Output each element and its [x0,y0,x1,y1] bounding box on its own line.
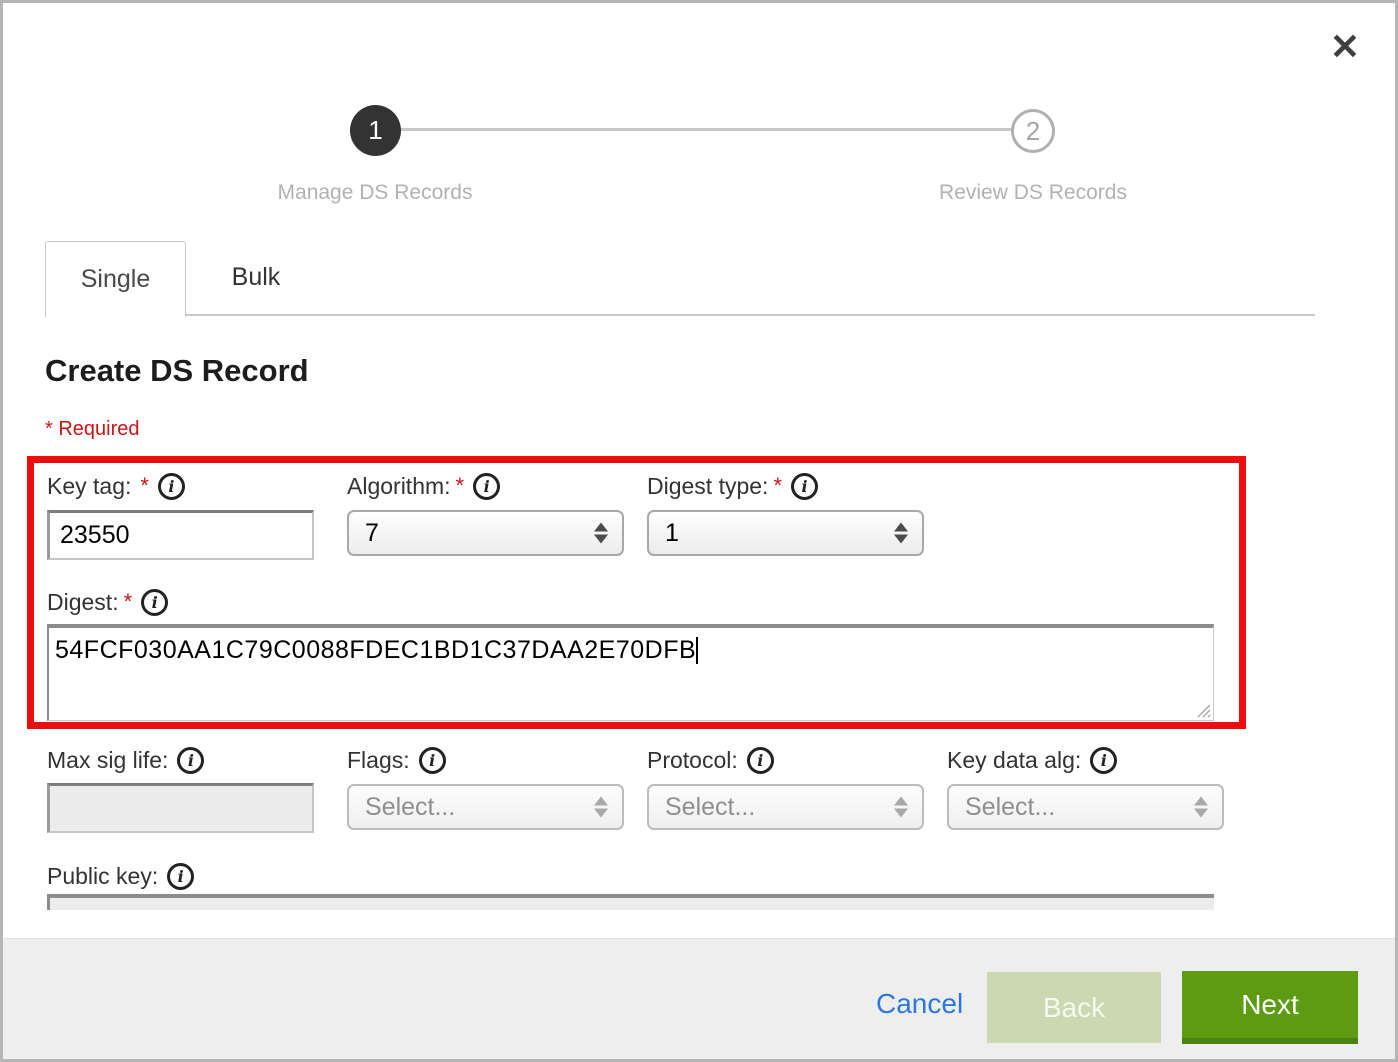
required-note: * Required [45,418,140,441]
required-asterisk: * [124,589,133,615]
select-arrows-icon [1194,797,1208,818]
select-arrows-icon [594,797,608,818]
key-tag-label-text: Key tag: [47,473,131,500]
flags-select[interactable]: Select... [347,784,624,830]
info-icon[interactable]: i [1090,747,1117,774]
step-2-label: Review DS Records [873,181,1193,205]
algorithm-label: Algorithm: * i [347,471,500,501]
stepper-connector [399,128,1011,131]
tab-bottom-rule [45,314,1315,316]
max-sig-life-input[interactable] [47,783,314,833]
back-button[interactable]: Back [987,972,1161,1043]
required-asterisk: * [456,473,465,499]
digest-type-select-value: 1 [665,519,679,548]
step-1-label: Manage DS Records [215,181,535,205]
public-key-label: Public key: i [47,861,194,891]
protocol-select[interactable]: Select... [647,784,924,830]
info-icon[interactable]: i [473,473,500,500]
key-data-alg-label: Key data alg: i [947,745,1117,775]
algorithm-label-text: Algorithm: [347,473,451,500]
close-icon[interactable]: ✕ [1325,27,1365,67]
protocol-label-text: Protocol: [647,747,738,774]
select-arrows-icon [594,523,608,544]
next-button[interactable]: Next [1182,971,1358,1044]
create-ds-record-modal: ✕ 1 2 Manage DS Records Review DS Record… [0,0,1398,1062]
protocol-label: Protocol: i [647,745,774,775]
info-icon[interactable]: i [791,473,818,500]
info-icon[interactable]: i [747,747,774,774]
select-arrows-icon [894,523,908,544]
flags-label-text: Flags: [347,747,410,774]
page-title: Create DS Record [45,353,309,389]
digest-value: 54FCF030AA1C79C0088FDEC1BD1C37DAA2E70DFB [55,636,696,664]
info-icon[interactable]: i [141,589,168,616]
flags-label: Flags: i [347,745,446,775]
resize-handle-icon[interactable] [1194,701,1211,718]
algorithm-select-value: 7 [365,519,379,548]
required-asterisk: * [773,473,782,499]
text-cursor [696,637,698,664]
key-data-alg-select-value: Select... [965,793,1055,822]
max-sig-life-label-text: Max sig life: [47,747,168,774]
required-asterisk: * [140,473,149,499]
select-arrows-icon [894,797,908,818]
key-tag-input[interactable] [47,510,314,560]
protocol-select-value: Select... [665,793,755,822]
algorithm-select[interactable]: 7 [347,510,624,556]
public-key-textarea[interactable] [47,894,1214,910]
key-data-alg-select[interactable]: Select... [947,784,1224,830]
key-tag-label: Key tag: * i [47,471,185,501]
tab-single[interactable]: Single [45,241,186,317]
digest-type-label: Digest type: * i [647,471,818,501]
digest-label-text: Digest: [47,589,119,616]
digest-label: Digest: * i [47,587,168,617]
step-2-circle: 2 [1011,109,1055,153]
key-data-alg-label-text: Key data alg: [947,747,1081,774]
flags-select-value: Select... [365,793,455,822]
info-icon[interactable]: i [419,747,446,774]
cancel-button[interactable]: Cancel [876,988,963,1020]
digest-type-select[interactable]: 1 [647,510,924,556]
public-key-label-text: Public key: [47,863,158,890]
info-icon[interactable]: i [177,747,204,774]
tab-bulk[interactable]: Bulk [186,241,326,314]
step-1-circle: 1 [350,105,401,156]
digest-type-label-text: Digest type: [647,473,768,500]
info-icon[interactable]: i [167,863,194,890]
digest-textarea[interactable]: 54FCF030AA1C79C0088FDEC1BD1C37DAA2E70DFB [47,624,1214,721]
max-sig-life-label: Max sig life: i [47,745,204,775]
info-icon[interactable]: i [158,473,185,500]
